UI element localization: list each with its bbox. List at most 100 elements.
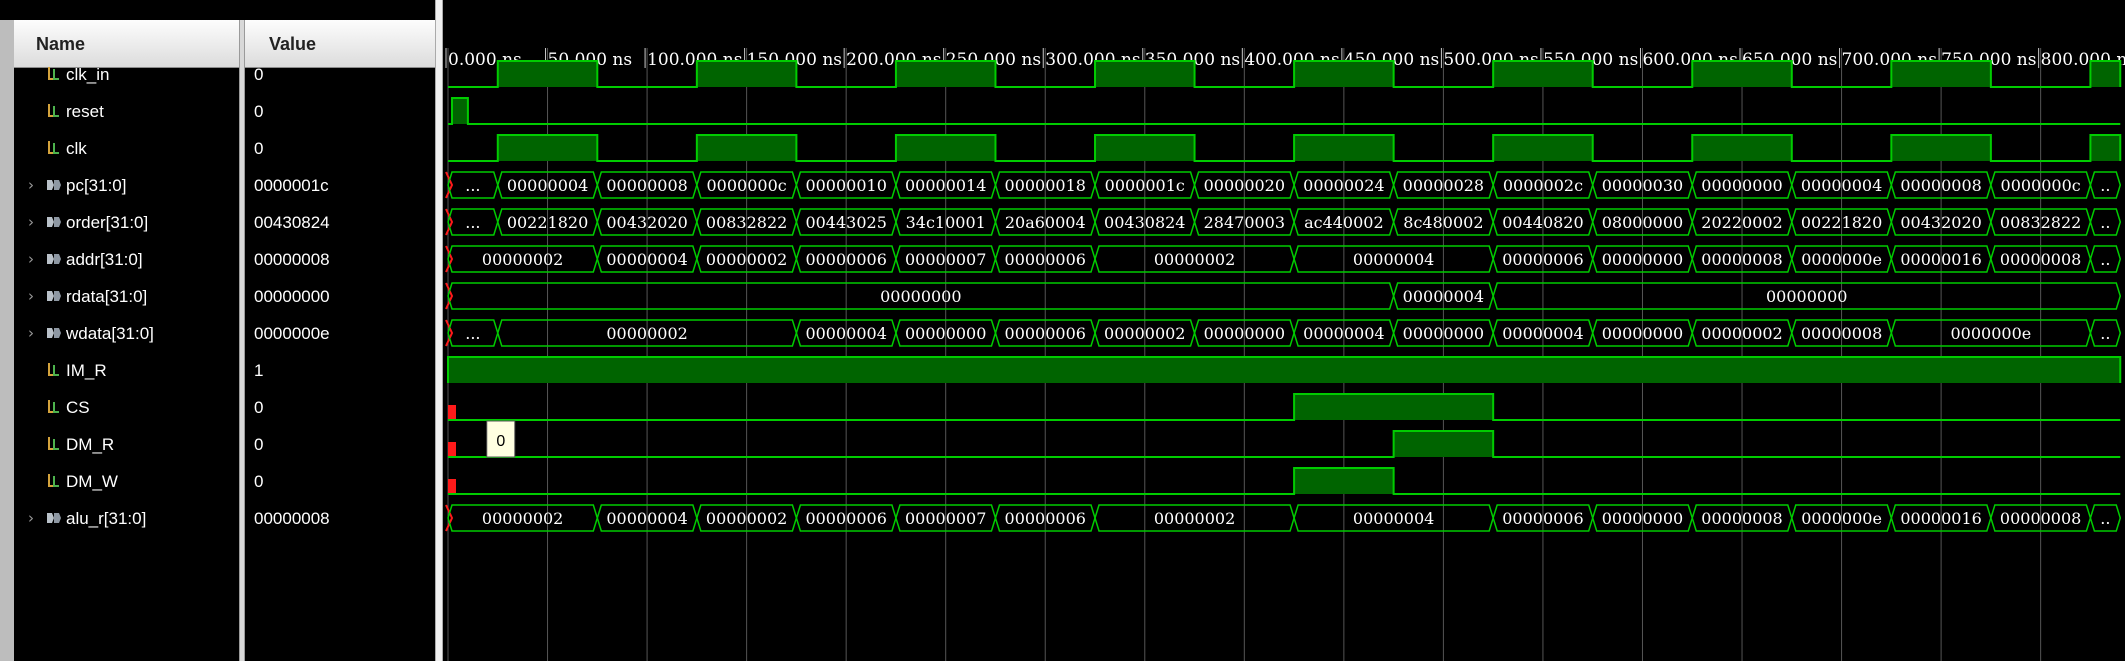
tooltip-text: 0	[496, 433, 505, 450]
signal-high-pulse	[1294, 468, 1394, 494]
bus-value-label: 0000000e	[1801, 250, 1882, 269]
bus-value-label: 00000002	[482, 250, 563, 269]
bus-value-label: 0000000c	[707, 176, 787, 195]
signal-high-pulse	[1493, 135, 1593, 161]
signal-row[interactable]: CS	[14, 389, 239, 426]
signal-row[interactable]: › order[31:0]	[14, 204, 239, 241]
expand-chevron-icon[interactable]: ›	[28, 509, 40, 527]
pane-splitter[interactable]	[435, 0, 443, 661]
signal-high-pulse	[1095, 135, 1195, 161]
bus-value-label: 00000002	[706, 250, 787, 269]
bus-signal-icon	[45, 175, 63, 195]
bus-value-label: 00832822	[706, 213, 787, 232]
bus-value-label: 00000008	[2000, 509, 2081, 528]
value-row: 0	[245, 463, 435, 500]
expand-chevron-icon[interactable]: ›	[28, 287, 40, 305]
expand-chevron-icon[interactable]: ›	[28, 176, 40, 194]
value-row: 0	[245, 130, 435, 167]
bus-value-label: 00000000	[1602, 509, 1683, 528]
bus-value-label: 00221820	[507, 213, 588, 232]
value-row: 00000008	[245, 241, 435, 278]
bus-value-label: ..	[2100, 213, 2110, 232]
value-row: 00430824	[245, 204, 435, 241]
bit-signal-icon	[45, 434, 63, 454]
signal-row[interactable]: › addr[31:0]	[14, 241, 239, 278]
signal-value-panel: Value 0 0 0 0000001c 00430824 00000008 0000000…	[245, 20, 435, 661]
bus-value-label: 08000000	[1602, 213, 1683, 232]
signal-high-pulse	[895, 135, 996, 161]
expand-chevron-icon[interactable]: ›	[28, 324, 40, 342]
bus-value-label: 00440820	[1502, 213, 1583, 232]
signal-row[interactable]: › rdata[31:0]	[14, 278, 239, 315]
bus-value-label: 0000001c	[1105, 176, 1185, 195]
signal-high-pulse	[1294, 394, 1494, 420]
bus-value-label: ..	[2100, 324, 2110, 343]
title-strip	[0, 0, 437, 20]
bus-value-label: 00000004	[1353, 250, 1434, 269]
bus-value-label: 00000008	[1701, 509, 1782, 528]
signal-name: clk	[66, 139, 87, 158]
signal-row[interactable]: clk	[14, 130, 239, 167]
signal-high-pulse	[895, 61, 996, 87]
bus-signal-icon	[45, 323, 63, 343]
signal-name: alu_r[31:0]	[66, 509, 147, 528]
value-row: 0000000e	[245, 315, 435, 352]
bus-value-label: 00000000	[905, 324, 986, 343]
expand-chevron-icon[interactable]: ›	[28, 213, 40, 231]
bus-value-label: 00443025	[805, 213, 886, 232]
undefined-state-marker	[448, 442, 456, 456]
waveform-viewer[interactable]: 0.000 ns 50.000 ns 100.000 ns 150.000 ns 200…	[443, 0, 2125, 661]
bus-value-label: 00000018	[1005, 176, 1086, 195]
signal-row[interactable]: clk_in	[14, 56, 239, 93]
bus-signal-icon	[45, 212, 63, 232]
signal-value: 0	[254, 65, 264, 84]
bit-signal-icon	[45, 397, 63, 417]
bus-value-label: 00000002	[706, 509, 787, 528]
signal-row[interactable]: › pc[31:0]	[14, 167, 239, 204]
bus-value-label: 00000006	[1502, 250, 1583, 269]
signal-high-pulse	[1692, 135, 1792, 161]
value-row: 0	[245, 389, 435, 426]
signal-name: rdata[31:0]	[66, 287, 148, 306]
bus-value-label: 00000002	[1154, 250, 1235, 269]
signal-high-pulse	[1095, 61, 1195, 87]
bus-value-label: ...	[465, 213, 480, 232]
bus-value-label: 00000008	[2000, 250, 2081, 269]
bus-value-label: 00000002	[482, 509, 563, 528]
bus-value-label: 00000028	[1403, 176, 1484, 195]
bit-signal-icon	[45, 101, 63, 121]
bus-value-label: 00000002	[1154, 509, 1235, 528]
signal-row[interactable]: › wdata[31:0]	[14, 315, 239, 352]
bus-value-label: 00000006	[805, 250, 886, 269]
value-tooltip: 0	[486, 420, 516, 458]
signal-row[interactable]: DM_R	[14, 426, 239, 463]
bus-value-label: 00000007	[905, 509, 986, 528]
bus-value-label: 00000004	[606, 250, 687, 269]
signal-name: clk_in	[66, 65, 110, 84]
signal-high-pulse	[1493, 61, 1593, 87]
signal-row[interactable]: › alu_r[31:0]	[14, 500, 239, 537]
bus-value-label: 00000000	[1403, 324, 1484, 343]
signal-high-pulse	[1294, 61, 1394, 87]
signal-name: addr[31:0]	[66, 250, 143, 269]
signal-row[interactable]: IM_R	[14, 352, 239, 389]
signal-high-pulse	[1294, 135, 1394, 161]
waveform-track[interactable]	[447, 356, 2122, 383]
bus-value-label: 00000008	[606, 176, 687, 195]
expand-chevron-icon[interactable]: ›	[28, 250, 40, 268]
bus-value-label: ...	[465, 324, 480, 343]
bus-value-label: 00000004	[507, 176, 588, 195]
value-row: 0	[245, 56, 435, 93]
bus-value-label: 00000020	[1204, 176, 1285, 195]
bus-value-label: 00000002	[1104, 324, 1185, 343]
bit-signal-icon	[45, 360, 63, 380]
bus-value-label: ..	[2100, 176, 2110, 195]
signal-row[interactable]: reset	[14, 93, 239, 130]
bus-value-label: 0000002c	[1503, 176, 1583, 195]
bus-value-label: 00000006	[805, 509, 886, 528]
bus-value-label: 0000000e	[1951, 324, 2032, 343]
bus-value-label: 00000008	[1801, 324, 1882, 343]
bus-value-label: 00000006	[1502, 509, 1583, 528]
signal-row[interactable]: DM_W	[14, 463, 239, 500]
signal-value: 0	[254, 398, 264, 417]
